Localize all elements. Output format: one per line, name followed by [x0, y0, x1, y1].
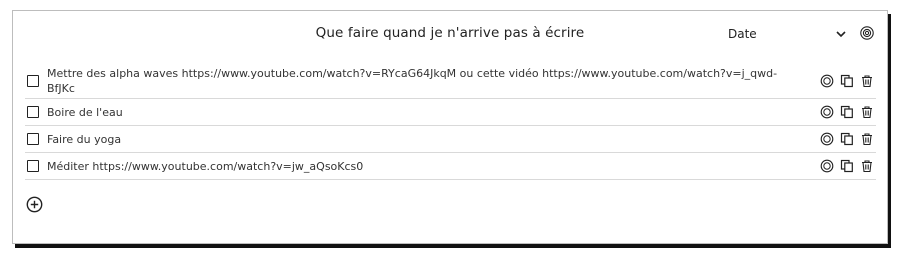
item-text: Méditer https://www.youtube.com/watch?v=…: [47, 159, 364, 173]
item-checkbox[interactable]: [27, 133, 39, 145]
list-item: Faire du yoga: [25, 126, 876, 153]
checklist-card: Que faire quand je n'arrive pas à écrire…: [12, 10, 888, 244]
gear-icon[interactable]: [820, 74, 834, 88]
gear-icon[interactable]: [820, 159, 834, 173]
item-checkbox[interactable]: [27, 106, 39, 118]
trash-icon[interactable]: [860, 105, 874, 119]
item-text: Faire du yoga: [47, 132, 122, 146]
checklist-items: Mettre des alpha waves https://www.youtu…: [25, 64, 876, 180]
item-checkbox[interactable]: [27, 160, 39, 172]
chevron-down-icon[interactable]: [835, 28, 847, 40]
gear-icon[interactable]: [859, 25, 875, 41]
item-actions: [820, 132, 874, 146]
trash-icon[interactable]: [860, 159, 874, 173]
item-text: Boire de l'eau: [47, 105, 123, 119]
copy-icon[interactable]: [840, 105, 854, 119]
item-actions: [820, 105, 874, 119]
list-item: Mettre des alpha waves https://www.youtu…: [25, 64, 876, 99]
list-item: Boire de l'eau: [25, 99, 876, 126]
item-actions: [820, 159, 874, 173]
copy-icon[interactable]: [840, 159, 854, 173]
sort-dropdown[interactable]: Date: [728, 27, 757, 41]
item-text: Mettre des alpha waves https://www.youtu…: [47, 67, 778, 95]
trash-icon[interactable]: [860, 132, 874, 146]
gear-icon[interactable]: [820, 105, 834, 119]
gear-icon[interactable]: [820, 132, 834, 146]
plus-circle-icon[interactable]: [26, 196, 43, 213]
item-checkbox[interactable]: [27, 75, 39, 87]
item-actions: [820, 74, 874, 88]
list-item: Méditer https://www.youtube.com/watch?v=…: [25, 153, 876, 180]
checklist-header: Que faire quand je n'arrive pas à écrire…: [13, 11, 887, 57]
copy-icon[interactable]: [840, 74, 854, 88]
copy-icon[interactable]: [840, 132, 854, 146]
trash-icon[interactable]: [860, 74, 874, 88]
